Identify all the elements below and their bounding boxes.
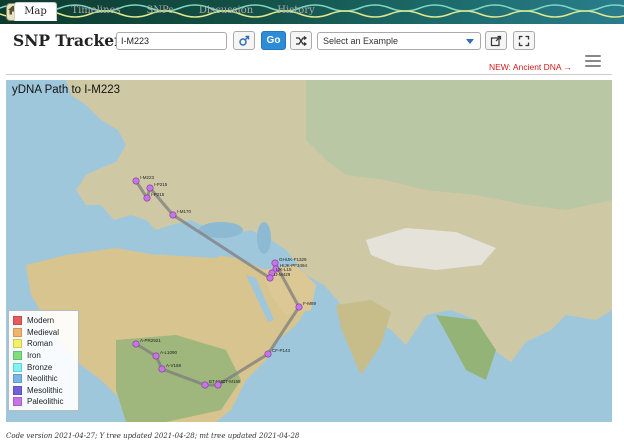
snp-node-marker[interactable] [201,381,209,389]
legend-swatch [13,397,22,407]
snp-node-label: I-M170 [177,209,192,214]
snp-node-marker[interactable] [152,352,160,360]
ancient-dna-link[interactable]: NEW: Ancient DNA → [489,62,572,72]
chevron-down-icon [466,39,474,44]
fullscreen-button[interactable] [513,31,535,50]
shuffle-icon [296,35,307,46]
tab-map[interactable]: Map [14,2,57,21]
snp-node-marker[interactable] [266,274,274,282]
legend-swatch [13,351,22,361]
legend-item-paleolithic: Paleolithic [13,396,74,408]
snp-node-marker[interactable] [158,365,166,373]
legend-item-mesolithic: Mesolithic [13,385,74,397]
random-button[interactable] [290,31,312,50]
snp-node-label: F-M89 [303,301,316,306]
snp-node-marker[interactable] [214,381,222,389]
legend-item-medieval: Medieval [13,327,74,339]
male-toggle-button[interactable] [233,31,255,50]
snp-node-label: A-PR2921 [140,338,161,343]
male-symbol-icon [239,35,250,46]
legend-swatch [13,339,22,349]
tab-history[interactable]: History [274,2,318,20]
legend-swatch [13,374,22,384]
legend-item-roman: Roman [13,338,74,350]
snp-node-label: A-L1090 [160,350,178,355]
snp-node-label: GHIJK-F1329 [279,257,307,262]
snp-node-marker[interactable] [271,259,279,267]
snp-node-label: CT-M168 [222,379,241,384]
legend-item-iron: Iron [13,350,74,362]
snp-node-label: A-V168 [166,363,182,368]
legend-item-neolithic: Neolithic [13,373,74,385]
snp-node-marker[interactable] [132,340,140,348]
open-external-button[interactable] [485,31,507,50]
snp-node-marker[interactable] [169,211,177,219]
snp-search-input[interactable] [116,32,227,50]
legend-swatch [13,316,22,326]
map-title: yDNA Path to I-M223 [12,84,121,96]
go-button[interactable]: Go [261,31,286,50]
tab-snps[interactable]: SNPs [141,2,179,20]
hamburger-menu-icon[interactable] [585,55,601,69]
external-link-icon [490,35,502,46]
map-canvas[interactable]: A-PR2921A-L1090A-V168BT-M42CT-M168CF-P14… [6,80,612,422]
snp-node-marker[interactable] [132,177,140,185]
map-legend: Modern Medieval Roman Iron Bronze Neolit… [8,310,79,411]
app-title: SNP Tracker [13,31,123,50]
snp-node-marker[interactable] [295,303,303,311]
legend-swatch [13,327,22,337]
version-footer: Code version 2021-04-27; Y tree updated … [6,432,300,440]
legend-item-modern: Modern [13,315,74,327]
snp-node-label: I-M223 [140,175,155,180]
tab-discussion[interactable]: Discussion [196,2,256,20]
legend-swatch [13,362,22,372]
example-select[interactable]: Select an Example [317,32,481,50]
snp-node-marker[interactable] [146,184,154,192]
expand-icon [518,35,530,46]
legend-item-bronze: Bronze [13,361,74,373]
example-select-value: Select an Example [323,36,399,46]
snp-node-marker[interactable] [143,194,151,202]
snp-node-label: I-P215 [151,192,165,197]
snp-node-label: CF-P143 [272,348,291,353]
tab-timelines[interactable]: Timelines [66,2,126,20]
snp-node-label: I-P215 [154,182,168,187]
legend-swatch [13,385,22,395]
snp-node-label: IJ-M429 [274,272,291,277]
snp-node-marker[interactable] [264,350,272,358]
map-view[interactable]: A-PR2921 A-L1090 A-V168 BT-M42 CT-M168 CF-P14… [6,80,612,422]
